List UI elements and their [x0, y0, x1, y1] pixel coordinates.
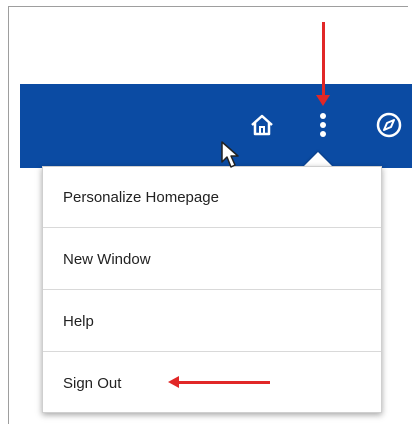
- menu-item-personalize-homepage[interactable]: Personalize Homepage: [43, 167, 381, 228]
- header-bar: [20, 84, 412, 168]
- more-vertical-icon[interactable]: [315, 109, 331, 141]
- mouse-cursor-icon: [220, 140, 242, 170]
- actions-menu: Personalize Homepage New Window Help Sig…: [42, 166, 382, 413]
- menu-item-help[interactable]: Help: [43, 291, 381, 352]
- home-icon[interactable]: [249, 112, 275, 138]
- menu-item-label: New Window: [63, 250, 151, 268]
- menu-item-label: Help: [63, 312, 94, 330]
- annotation-arrow-down: [316, 22, 330, 106]
- menu-item-label: Sign Out: [63, 375, 122, 392]
- compass-icon[interactable]: [375, 111, 403, 139]
- menu-pointer: [304, 152, 332, 166]
- menu-item-label: Personalize Homepage: [63, 188, 219, 206]
- annotation-arrow-left: [168, 376, 270, 388]
- menu-item-new-window[interactable]: New Window: [43, 229, 381, 290]
